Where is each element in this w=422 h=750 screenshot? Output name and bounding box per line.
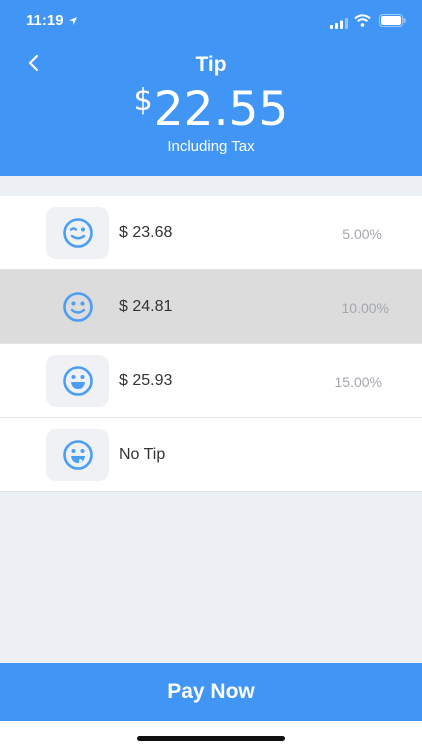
- tip-percent: 5.00%: [342, 226, 382, 242]
- tip-option-no-tip[interactable]: No Tip: [0, 418, 422, 492]
- grin-face-icon: [46, 355, 109, 407]
- tip-option-10-percent[interactable]: $ 24.81 10.00%: [0, 270, 422, 344]
- tip-amount: No Tip: [119, 446, 166, 463]
- tip-percent: 10.00%: [341, 300, 389, 316]
- tip-percent: 15.00%: [334, 374, 382, 390]
- tip-option-15-percent[interactable]: $ 25.93 15.00%: [0, 344, 422, 418]
- status-bar: 11:19: [0, 0, 422, 44]
- total-amount: $22.55: [0, 82, 422, 137]
- pay-now-button[interactable]: Pay Now: [0, 663, 422, 721]
- tip-option-5-percent[interactable]: $ 23.68 5.00%: [0, 196, 422, 270]
- amount-subtitle: Including Tax: [167, 138, 255, 155]
- tip-options-list: $ 23.68 5.00% $ 24.81 10.00% $ 25.93 15.…: [0, 196, 422, 492]
- wifi-icon: [354, 14, 371, 32]
- home-area: [0, 721, 422, 750]
- tongue-face-icon: [46, 429, 109, 481]
- tip-amount: $ 23.68: [119, 224, 173, 241]
- status-time: 11:19: [26, 12, 64, 29]
- location-arrow-icon: [68, 13, 78, 31]
- page-title: Tip: [195, 53, 227, 76]
- currency-symbol: $: [133, 83, 153, 118]
- amount-value: 22.55: [153, 82, 289, 137]
- cellular-signal-icon: [330, 16, 348, 34]
- battery-icon: [379, 14, 406, 32]
- tip-amount: $ 24.81: [119, 298, 173, 315]
- smile-face-icon: [46, 281, 109, 333]
- header: 11:19 Tip $22.55 Including Tax: [0, 0, 422, 176]
- home-indicator[interactable]: [137, 736, 285, 741]
- wink-face-icon: [46, 207, 109, 259]
- tip-amount: $ 25.93: [119, 372, 173, 389]
